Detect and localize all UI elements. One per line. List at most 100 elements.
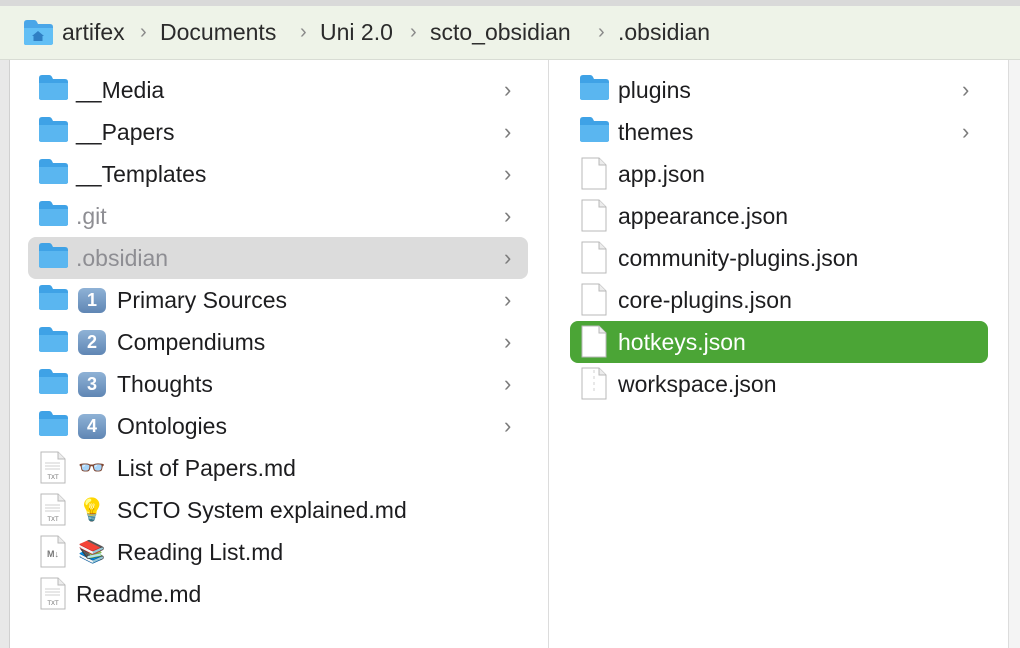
list-item[interactable]: community-plugins.json xyxy=(570,237,988,279)
folder-icon xyxy=(39,117,68,142)
list-item-label: core-plugins.json xyxy=(618,287,792,313)
list-item[interactable]: TXT 💡 SCTO System explained.md xyxy=(28,489,528,531)
chevron-right-icon: › xyxy=(504,329,512,354)
breadcrumb-item-obsidian[interactable]: .obsidian xyxy=(618,6,710,59)
list-item-label: themes xyxy=(618,119,694,145)
markdown-file-icon: M↓ xyxy=(40,535,66,568)
folder-icon xyxy=(39,411,68,436)
file-icon xyxy=(581,325,607,358)
file-icon xyxy=(581,367,607,400)
list-item-label: app.json xyxy=(618,161,705,187)
folder-icon xyxy=(39,159,68,184)
list-item[interactable]: __Templates › xyxy=(28,153,528,195)
file-icon xyxy=(581,283,607,316)
chevron-right-icon: › xyxy=(504,371,512,396)
list-item[interactable]: 3 Thoughts › xyxy=(28,363,528,405)
list-item-label: List of Papers.md xyxy=(117,455,296,481)
breadcrumb-item-artifex[interactable]: artifex xyxy=(62,6,125,59)
glasses-icon: 👓 xyxy=(78,455,106,480)
folder-icon xyxy=(39,327,68,352)
chevron-right-icon: › xyxy=(504,77,512,102)
list-item-label: hotkeys.json xyxy=(618,329,746,355)
chevron-right-icon: › xyxy=(962,119,970,144)
chevron-right-icon: › xyxy=(140,21,147,43)
chevron-right-icon: › xyxy=(962,77,970,102)
chevron-right-icon: › xyxy=(504,413,512,438)
list-item-label: SCTO System explained.md xyxy=(117,497,407,523)
breadcrumb-item-scto-obsidian[interactable]: scto_obsidian xyxy=(430,6,571,59)
list-item[interactable]: M↓ 📚 Reading List.md xyxy=(28,531,528,573)
list-item-label: __Papers xyxy=(76,119,175,145)
list-item[interactable]: app.json xyxy=(570,153,988,195)
breadcrumb-item-uni[interactable]: Uni 2.0 xyxy=(320,6,393,59)
list-item[interactable]: themes › xyxy=(570,111,988,153)
list-item[interactable]: TXT Readme.md xyxy=(28,573,528,615)
chevron-right-icon: › xyxy=(504,203,512,228)
txt-file-icon: TXT xyxy=(40,493,66,526)
chevron-right-icon: › xyxy=(300,21,307,43)
list-item[interactable]: .git › xyxy=(28,195,528,237)
file-icon xyxy=(581,199,607,232)
chevron-right-icon: › xyxy=(598,21,605,43)
list-item-label: Primary Sources xyxy=(117,287,287,313)
list-item[interactable]: TXT 👓 List of Papers.md xyxy=(28,447,528,489)
list-item[interactable]: workspace.json xyxy=(570,363,988,405)
chevron-right-icon: › xyxy=(504,245,512,270)
list-item[interactable]: 4 Ontologies › xyxy=(28,405,528,447)
list-item-label: __Templates xyxy=(76,161,207,187)
chevron-right-icon: › xyxy=(410,21,417,43)
folder-icon xyxy=(580,117,609,142)
column-obsidian: plugins › themes › app.json appearance.j… xyxy=(549,60,1008,648)
folder-icon xyxy=(39,201,68,226)
list-item-label: .obsidian xyxy=(76,245,169,271)
list-item-label: .git xyxy=(76,203,107,229)
chevron-right-icon: › xyxy=(504,161,512,186)
list-item-label: __Media xyxy=(76,77,165,103)
list-item[interactable]: plugins › xyxy=(570,69,988,111)
folder-icon xyxy=(39,369,68,394)
list-item[interactable]: 2 Compendiums › xyxy=(28,321,528,363)
list-item-selected[interactable]: .obsidian › xyxy=(28,237,528,279)
number-badge: 4 xyxy=(78,414,106,439)
file-type-label: TXT xyxy=(47,517,59,523)
list-item-label: Reading List.md xyxy=(117,539,284,565)
home-folder-icon xyxy=(24,20,53,45)
list-item[interactable]: appearance.json xyxy=(570,195,988,237)
list-item[interactable]: core-plugins.json xyxy=(570,279,988,321)
list-item-label: community-plugins.json xyxy=(618,245,859,271)
txt-file-icon: TXT xyxy=(40,451,66,484)
list-item-selected[interactable]: hotkeys.json xyxy=(570,321,988,363)
list-item[interactable]: 1 Primary Sources › xyxy=(28,279,528,321)
books-icon: 📚 xyxy=(78,539,106,564)
list-item-label: workspace.json xyxy=(618,371,777,397)
list-item-label: plugins xyxy=(618,77,691,103)
right-edge xyxy=(1008,60,1020,648)
lightbulb-icon: 💡 xyxy=(78,497,106,522)
list-item-label: Compendiums xyxy=(117,329,266,355)
file-type-label: M↓ xyxy=(47,549,59,559)
file-icon xyxy=(581,157,607,190)
file-icon xyxy=(581,241,607,274)
file-type-label: TXT xyxy=(47,601,59,607)
list-item-label: Thoughts xyxy=(117,371,213,397)
path-bar: artifex › Documents › Uni 2.0 › scto_obs… xyxy=(0,6,1020,60)
list-item-label: Readme.md xyxy=(76,581,202,607)
number-badge: 1 xyxy=(78,288,106,313)
chevron-right-icon: › xyxy=(504,287,512,312)
list-item-label: Ontologies xyxy=(117,413,227,439)
list-item-label: appearance.json xyxy=(618,203,789,229)
column-scto-obsidian: __Media › __Papers › __Templates › .git … xyxy=(10,60,548,648)
number-badge: 2 xyxy=(78,330,106,355)
folder-icon xyxy=(39,75,68,100)
chevron-right-icon: › xyxy=(504,119,512,144)
list-item[interactable]: __Media › xyxy=(28,69,528,111)
number-badge: 3 xyxy=(78,372,106,397)
folder-icon xyxy=(580,75,609,100)
breadcrumb-item-documents[interactable]: Documents xyxy=(160,6,276,59)
folder-icon xyxy=(39,243,68,268)
list-item[interactable]: __Papers › xyxy=(28,111,528,153)
folder-icon xyxy=(39,285,68,310)
file-type-label: TXT xyxy=(47,475,59,481)
left-edge xyxy=(0,60,10,648)
txt-file-icon: TXT xyxy=(40,577,66,610)
